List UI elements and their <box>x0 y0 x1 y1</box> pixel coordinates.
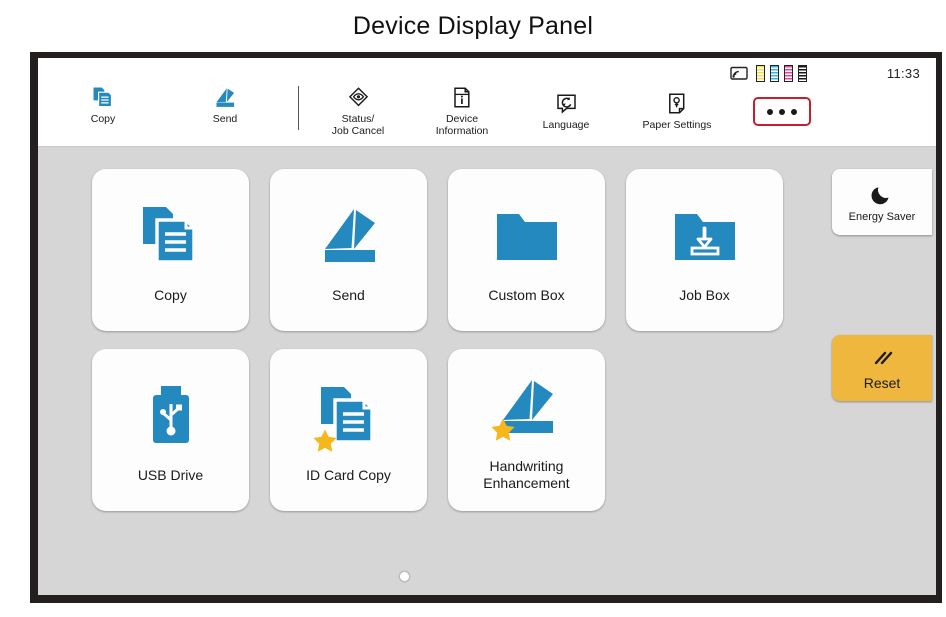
page-title: Device Display Panel <box>352 11 594 40</box>
tile-label: ID Card Copy <box>306 466 391 483</box>
home-tile-grid: Copy Send Custom Box Job Box USB Drive I… <box>92 169 783 511</box>
toolbar-item-send[interactable]: Send <box>186 82 264 125</box>
reset-button[interactable]: Reset <box>832 335 932 401</box>
reset-label: Reset <box>863 375 901 391</box>
job-box-icon <box>672 197 738 275</box>
status-job-cancel-icon <box>345 84 371 110</box>
favorite-star-icon <box>490 417 516 448</box>
toolbar-right-group: Status/ Job Cancel Device Information La… <box>299 82 811 137</box>
toolbar-item-language[interactable]: Language <box>527 88 605 131</box>
wireless-cast-icon <box>730 66 748 81</box>
toner-magenta <box>783 64 793 82</box>
toolbar-item-paper-settings[interactable]: Paper Settings <box>631 88 723 131</box>
status-time: 11:33 <box>886 65 920 81</box>
more-options-button[interactable] <box>753 97 811 126</box>
tile-id-card-copy[interactable]: ID Card Copy <box>270 349 427 511</box>
device-bezel: 11:33 Copy Send Status/ Job Cancel Devic… <box>30 52 942 603</box>
toolbar-item-label: Language <box>542 119 590 131</box>
tile-label: Handwriting Enhancement <box>483 458 570 491</box>
send-icon <box>316 197 382 275</box>
panel-body: Copy Send Custom Box Job Box USB Drive I… <box>38 147 936 595</box>
tile-label: Copy <box>154 286 187 303</box>
toolbar-item-label: Status/ Job Cancel <box>331 113 385 137</box>
tile-handwriting-enhancement[interactable]: Handwriting Enhancement <box>448 349 605 511</box>
tile-label: USB Drive <box>137 466 204 483</box>
copy-icon <box>140 197 202 275</box>
toolbar: Copy Send Status/ Job Cancel Device Info… <box>38 82 936 147</box>
energy-saver-label: Energy Saver <box>848 211 916 223</box>
status-indicator-group <box>730 64 807 82</box>
energy-saver-button[interactable]: Energy Saver <box>832 169 932 235</box>
toolbar-item-label: Device Information <box>435 113 489 137</box>
status-bar: 11:33 <box>38 62 936 84</box>
page-indicator[interactable] <box>38 572 770 581</box>
more-dot-icon <box>791 108 797 115</box>
reset-slash-icon <box>869 345 895 371</box>
tile-job-box[interactable]: Job Box <box>626 169 783 331</box>
page-dot[interactable] <box>399 572 409 581</box>
copy-icon <box>90 84 116 110</box>
tile-copy[interactable]: Copy <box>92 169 249 331</box>
more-dot-icon <box>767 108 773 115</box>
copy-icon <box>312 377 380 455</box>
toner-yellow <box>755 64 765 82</box>
device-screen: 11:33 Copy Send Status/ Job Cancel Devic… <box>38 58 936 595</box>
more-dot-icon <box>779 108 785 115</box>
paper-settings-icon <box>664 90 690 116</box>
send-icon <box>212 84 238 110</box>
moon-icon <box>870 181 894 207</box>
tile-label: Send <box>332 286 365 303</box>
toner-black <box>797 64 807 82</box>
favorite-star-icon <box>312 428 338 459</box>
send-icon <box>490 368 560 446</box>
toolbar-item-copy[interactable]: Copy <box>64 82 142 125</box>
panel-header: 11:33 Copy Send Status/ Job Cancel Devic… <box>38 58 936 147</box>
toner-cyan <box>769 64 779 82</box>
toolbar-item-label: Copy <box>90 113 116 125</box>
side-button-group: Energy Saver Reset <box>832 169 936 401</box>
tile-label: Job Box <box>679 286 730 303</box>
tile-label: Custom Box <box>488 286 565 303</box>
language-icon <box>553 90 579 116</box>
toolbar-item-label: Send <box>212 113 238 125</box>
tile-usb-drive[interactable]: USB Drive <box>92 349 249 511</box>
tile-custom-box[interactable]: Custom Box <box>448 169 605 331</box>
toolbar-item-label: Paper Settings <box>642 119 712 131</box>
toolbar-item-device-information[interactable]: Device Information <box>423 82 501 137</box>
toolbar-left-group: Copy Send <box>38 82 264 125</box>
device-information-icon <box>449 84 475 110</box>
toolbar-item-status-job-cancel[interactable]: Status/ Job Cancel <box>319 82 397 137</box>
folder-icon <box>494 197 560 275</box>
tile-send[interactable]: Send <box>270 169 427 331</box>
usb-drive-icon <box>147 377 195 455</box>
